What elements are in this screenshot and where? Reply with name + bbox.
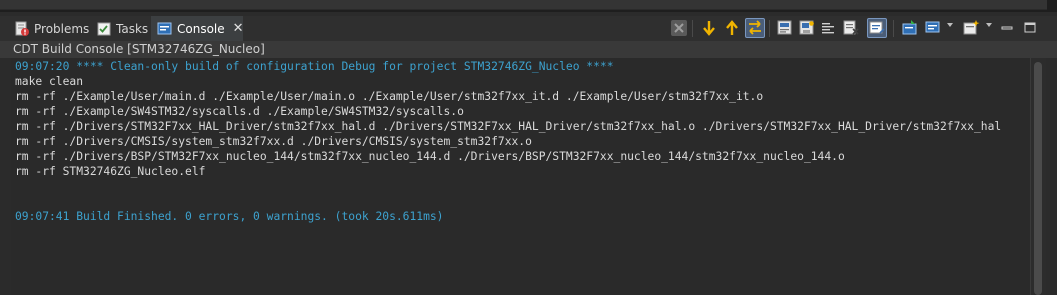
tab-console[interactable]: Console ✕ [151,16,244,41]
console-line: rm -rf ./Example/User/main.d ./Example/U… [15,90,764,103]
tasks-icon [96,21,112,37]
open-console-icon[interactable] [901,19,919,37]
new-console-icon[interactable] [962,19,980,37]
console-view-menu-icon[interactable] [924,19,942,37]
top-window-strip [0,0,1057,12]
toolbar-separator [893,20,894,37]
tab-problems-label: Problems [34,21,90,36]
display-selected-console-icon[interactable] [867,18,887,38]
save-log-icon[interactable] [798,19,816,37]
tab-tasks-label: Tasks [116,21,149,36]
tab-tasks[interactable]: Tasks [96,16,148,41]
open-build-console-icon[interactable] [820,19,838,37]
scrollbar-thumb[interactable] [1034,62,1042,295]
minimize-icon[interactable] [998,19,1016,37]
console-line: 09:07:41 Build Finished. 0 errors, 0 war… [15,210,444,223]
console-toolbar [668,16,1057,41]
tab-problems[interactable]: Problems [14,16,89,41]
clear-console-icon[interactable] [670,19,688,37]
pin-console-icon[interactable] [842,19,860,37]
console-output[interactable]: 09:07:20 **** Clean-only build of config… [11,58,1046,295]
chevron-down-icon[interactable] [986,23,992,27]
copy-build-log-icon[interactable] [776,19,794,37]
console-title-label: CDT Build Console [STM32746ZG_Nucleo] [0,41,1057,58]
console-icon [157,21,173,37]
chevron-down-icon[interactable] [947,23,953,27]
scroll-lock-down-icon[interactable] [700,19,718,37]
tab-console-label: Console [177,21,225,36]
word-wrap-icon[interactable] [745,18,765,38]
console-line: rm -rf ./Drivers/CMSIS/system_stm32f7xx.… [15,135,532,148]
panel-right-edge [1046,58,1057,295]
console-line: rm -rf STM32746ZG_Nucleo.elf [15,165,206,178]
maximize-icon[interactable] [1021,19,1039,37]
problems-icon [14,21,30,37]
editor-area-edge [0,0,1047,10]
console-line: 09:07:20 **** Clean-only build of config… [15,60,614,73]
toolbar-separator [769,20,770,37]
toolbar-separator [692,20,693,37]
scroll-lock-up-icon[interactable] [723,19,741,37]
close-tab-icon[interactable]: ✕ [233,21,244,36]
console-line: rm -rf ./Drivers/STM32F7xx_HAL_Driver/st… [15,120,1002,133]
console-line: make clean [15,75,84,88]
console-line: rm -rf ./Example/SW4STM32/syscalls.d ./E… [15,105,464,118]
console-line: rm -rf ./Drivers/BSP/STM32F7xx_nucleo_14… [15,150,845,163]
